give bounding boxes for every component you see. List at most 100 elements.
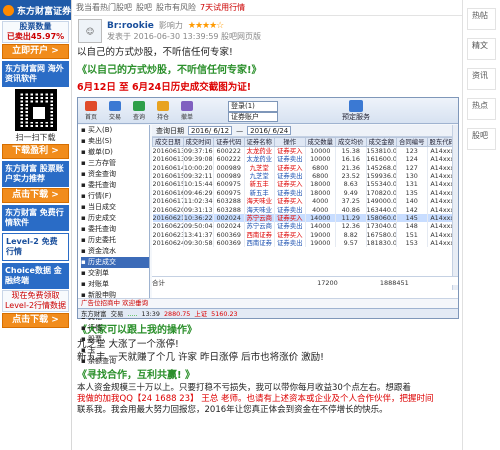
sw-nav-tree: ▪ 买入(B) ▪ 卖出(S) ▪ 撤单(D) ▪ 三方存管 ▪ 资金查询 ▪ 委托查询 …	[78, 125, 150, 365]
overseas-banner[interactable]: 东方财富网 海外资讯软件	[2, 61, 69, 87]
click-download-button-2[interactable]: 点击下载 >	[2, 313, 69, 328]
sw-tree-item[interactable]: ▪ 余额查询	[81, 356, 149, 367]
sw-toolbar-btn-position[interactable]: 持仓	[154, 100, 172, 121]
sw-date-to[interactable]: 2016/ 6/24	[247, 126, 292, 135]
table-cell: 124	[396, 155, 428, 164]
sw-tree-item[interactable]: ▪ 历史成交	[81, 213, 149, 224]
table-row[interactable]: 20160613 09:39:08 600222 太龙药业 证券卖出 10000 16.16…	[152, 155, 458, 164]
right-sidebar-card[interactable]: 股吧	[467, 128, 496, 150]
sw-tree-item[interactable]: ▪ 卖出(S)	[81, 136, 149, 147]
sw-tree-item[interactable]: ▪ 历史委托	[81, 235, 149, 246]
sw-column-header[interactable]: 成交时间	[182, 137, 214, 147]
table-row[interactable]: 20160616 09:46:29 600975 新五丰 证券卖出 18000 9.49 17…	[152, 188, 458, 197]
account-banner[interactable]: 东方财富 股票账户实力推荐	[2, 161, 69, 187]
sw-tree-item[interactable]: ▪ 行情	[81, 323, 149, 334]
sw-column-header[interactable]: 成交日期	[152, 137, 184, 147]
table-cell: 新五丰	[244, 188, 275, 197]
sw-tree-item[interactable]: ▪ 资金流水	[81, 246, 149, 257]
table-cell: 123	[396, 146, 428, 155]
sw-tree-item[interactable]: ▪ 对账单	[81, 279, 149, 290]
sw-ad-ribbon[interactable]: 广告位招商中 欢迎垂询	[78, 298, 458, 308]
avatar[interactable]: ☺	[78, 19, 102, 43]
table-cell: 10000	[305, 155, 336, 164]
sw-tree-item[interactable]: ▪ 交割单	[81, 268, 149, 279]
table-row[interactable]: 20160615 10:15:44 600975 新五丰 证券买入 18000 8.63 15…	[152, 180, 458, 189]
sw-toolbar-btn-cancel[interactable]: 撤单	[178, 100, 196, 121]
sw-sum-amount: 1888451	[379, 279, 409, 287]
sw-tree-item[interactable]: ▪ 卡	[81, 345, 149, 356]
table-cell: 证券买入	[274, 230, 306, 239]
table-cell: 153810.00	[366, 146, 397, 155]
sw-tree-item[interactable]: ▪ 股票	[81, 334, 149, 345]
topbar-link-2[interactable]: 股吧	[136, 2, 152, 13]
sw-column-header[interactable]: 证券代码	[213, 137, 245, 147]
table-row[interactable]: 20160624 09:30:58 600369 西南证券 证券卖出 19000 9.57 1…	[152, 238, 458, 248]
sw-column-header[interactable]: 成交均价	[335, 137, 367, 147]
right-sidebar-card[interactable]: 热点	[467, 98, 496, 120]
sw-status-bar: 东方财富 交易..... 13:39 2880.75 上证 5160.23	[78, 308, 458, 318]
sw-column-header[interactable]: 成交金额	[365, 137, 397, 147]
author-name[interactable]: Br:rookie	[107, 21, 154, 31]
table-row[interactable]: 20160623 13:41:37 600369 西南证券 证券买入 19000 8.82 1…	[152, 230, 458, 239]
sw-column-header[interactable]: 合同编号	[396, 137, 428, 147]
sw-toolbar-btn-home[interactable]: 首页	[82, 100, 100, 121]
table-row[interactable]: 20160614 10:00:20 000989 九芝堂 证券买入 6800 21.36 14…	[152, 163, 458, 172]
sw-toolbar-btn-trade[interactable]: 交易	[106, 100, 124, 121]
sw-date-from[interactable]: 2016/ 6/12	[188, 126, 233, 135]
table-cell: 145268.00	[366, 163, 397, 172]
sw-tree-item[interactable]: ▪ 行情(F)	[81, 191, 149, 202]
sw-column-header[interactable]: 证券名称	[243, 137, 275, 147]
main-post-area: 我当看热门股吧 股吧 股市有风险 7天试用行情 ☺ Br:rookie 影响力 …	[74, 0, 462, 450]
table-row[interactable]: 20160621 10:36:22 002024 苏宁云商 证券买入 14000 11.29…	[152, 213, 458, 223]
table-cell: 40.86	[335, 205, 367, 214]
post-line-6: 联系我。我会用最大努力回报您，2016年让您真正体会到资金在不停增长的快乐。	[77, 405, 388, 415]
level2-banner[interactable]: Level-2 免费行情	[2, 233, 69, 261]
table-cell: 4000	[305, 196, 336, 206]
sw-account-select-2[interactable]: 证券账户	[228, 112, 278, 122]
sw-status-item: 5160.23	[211, 309, 238, 318]
sw-tree-item[interactable]: ▪ 当日成交	[81, 202, 149, 213]
table-row[interactable]: 20160615 09:32:11 000989 九芝堂 证券卖出 6800 23.52 15…	[152, 171, 458, 181]
open-account-button[interactable]: 立即开户 >	[2, 44, 69, 59]
right-sidebar-card[interactable]: 精文	[467, 38, 496, 60]
brand-logo-icon	[3, 4, 14, 16]
table-cell: 09:31:13	[183, 205, 214, 214]
topbar-promo[interactable]: 7天试用行情	[200, 2, 245, 13]
sw-column-header[interactable]: 操作	[274, 137, 306, 147]
sw-tree-item[interactable]: ▪ 资金查询	[81, 169, 149, 180]
table-cell: 12.36	[335, 222, 367, 231]
table-row[interactable]: 20160620 09:31:13 603288 海天味业 证券卖出 4000 40.86 1…	[152, 205, 458, 214]
download-button[interactable]: 下载盈利 >	[2, 144, 69, 159]
table-cell: 20160613	[152, 146, 184, 155]
topbar-link-1[interactable]: 我当看热门股吧	[76, 2, 132, 13]
click-download-button[interactable]: 点击下载 >	[2, 188, 69, 203]
table-cell: 8.63	[335, 180, 367, 189]
table-cell: 161600.00	[366, 155, 397, 164]
sw-tree-item[interactable]: ▪ 历史成交	[81, 257, 149, 268]
promo-card[interactable]: 股票数量 已卖出45.97%	[2, 21, 69, 43]
sw-tree-item[interactable]: ▪ 买入(B)	[81, 125, 149, 136]
table-cell: 20160617	[152, 196, 184, 206]
table-row[interactable]: 20160622 09:50:04 002024 苏宁云商 证券卖出 14000 12.36…	[152, 222, 458, 231]
table-cell: 九芝堂	[244, 171, 275, 181]
brand-header[interactable]: 东方财富证券	[0, 0, 71, 20]
table-cell: 20160624	[152, 238, 184, 248]
sw-column-header[interactable]: 成交数量	[304, 137, 336, 147]
right-sidebar-card[interactable]: 热帖	[467, 8, 496, 30]
sw-tree-item[interactable]: ▪ 撤单(D)	[81, 147, 149, 158]
sw-scrollbar[interactable]	[452, 125, 458, 290]
sw-account-select[interactable]: 登录(1)	[228, 101, 278, 112]
sw-status-item: 东方财富	[81, 310, 107, 318]
table-cell: 603288	[213, 196, 245, 206]
sw-tree-item[interactable]: ▪ 三方存管	[81, 158, 149, 169]
quotes-banner[interactable]: 东方财富 免费行情软件	[2, 205, 69, 231]
sw-tree-item[interactable]: ▪ 委托查询	[81, 224, 149, 235]
table-row[interactable]: 20160617 11:02:34 603288 海天味业 证券买入 4000 37.25 1…	[152, 196, 458, 206]
right-sidebar-card[interactable]: 资讯	[467, 68, 496, 90]
sw-toolbar-btn-query[interactable]: 查询	[130, 100, 148, 121]
table-cell: 海天味业	[244, 205, 275, 214]
choice-banner[interactable]: Choice数据 金融终端	[2, 263, 69, 289]
sw-tree-item[interactable]: ▪ 委托查询	[81, 180, 149, 191]
sw-publish-button[interactable]: 预定服务	[342, 100, 370, 122]
table-row[interactable]: 20160613 09:37:16 600222 太龙药业 证券买入 10000 15.38…	[152, 146, 458, 155]
